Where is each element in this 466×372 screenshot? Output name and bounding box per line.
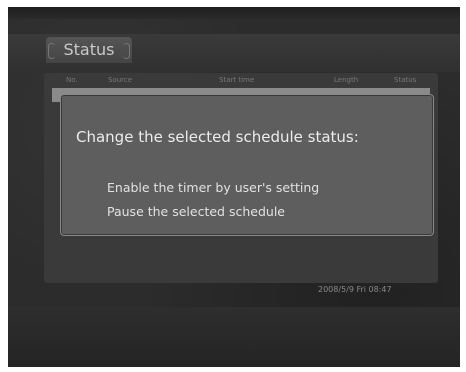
schedule-list-header: No. Source Start time Length Status bbox=[44, 73, 438, 87]
top-bar bbox=[8, 7, 460, 19]
tab-status[interactable]: Status bbox=[46, 37, 132, 63]
schedule-status-dialog: Change the selected schedule status: Ena… bbox=[60, 94, 434, 236]
column-header-source: Source bbox=[108, 76, 133, 84]
tab-4[interactable] bbox=[308, 37, 398, 63]
option-pause-schedule[interactable]: Pause the selected schedule bbox=[107, 204, 285, 219]
tab-3[interactable] bbox=[230, 37, 300, 63]
bottom-band bbox=[8, 307, 460, 367]
dialog-title: Change the selected schedule status: bbox=[76, 128, 359, 146]
column-header-no: No. bbox=[66, 76, 78, 84]
tab-2[interactable] bbox=[148, 37, 218, 63]
column-header-length: Length bbox=[334, 76, 359, 84]
column-header-start-time: Start time bbox=[219, 76, 255, 84]
tv-screen: Status No. Source Start time Length Stat… bbox=[8, 7, 460, 367]
option-enable-timer[interactable]: Enable the timer by user's setting bbox=[107, 180, 319, 195]
column-header-status: Status bbox=[394, 76, 417, 84]
date-time-display: 2008/5/9 Fri 08:47 bbox=[318, 285, 392, 294]
